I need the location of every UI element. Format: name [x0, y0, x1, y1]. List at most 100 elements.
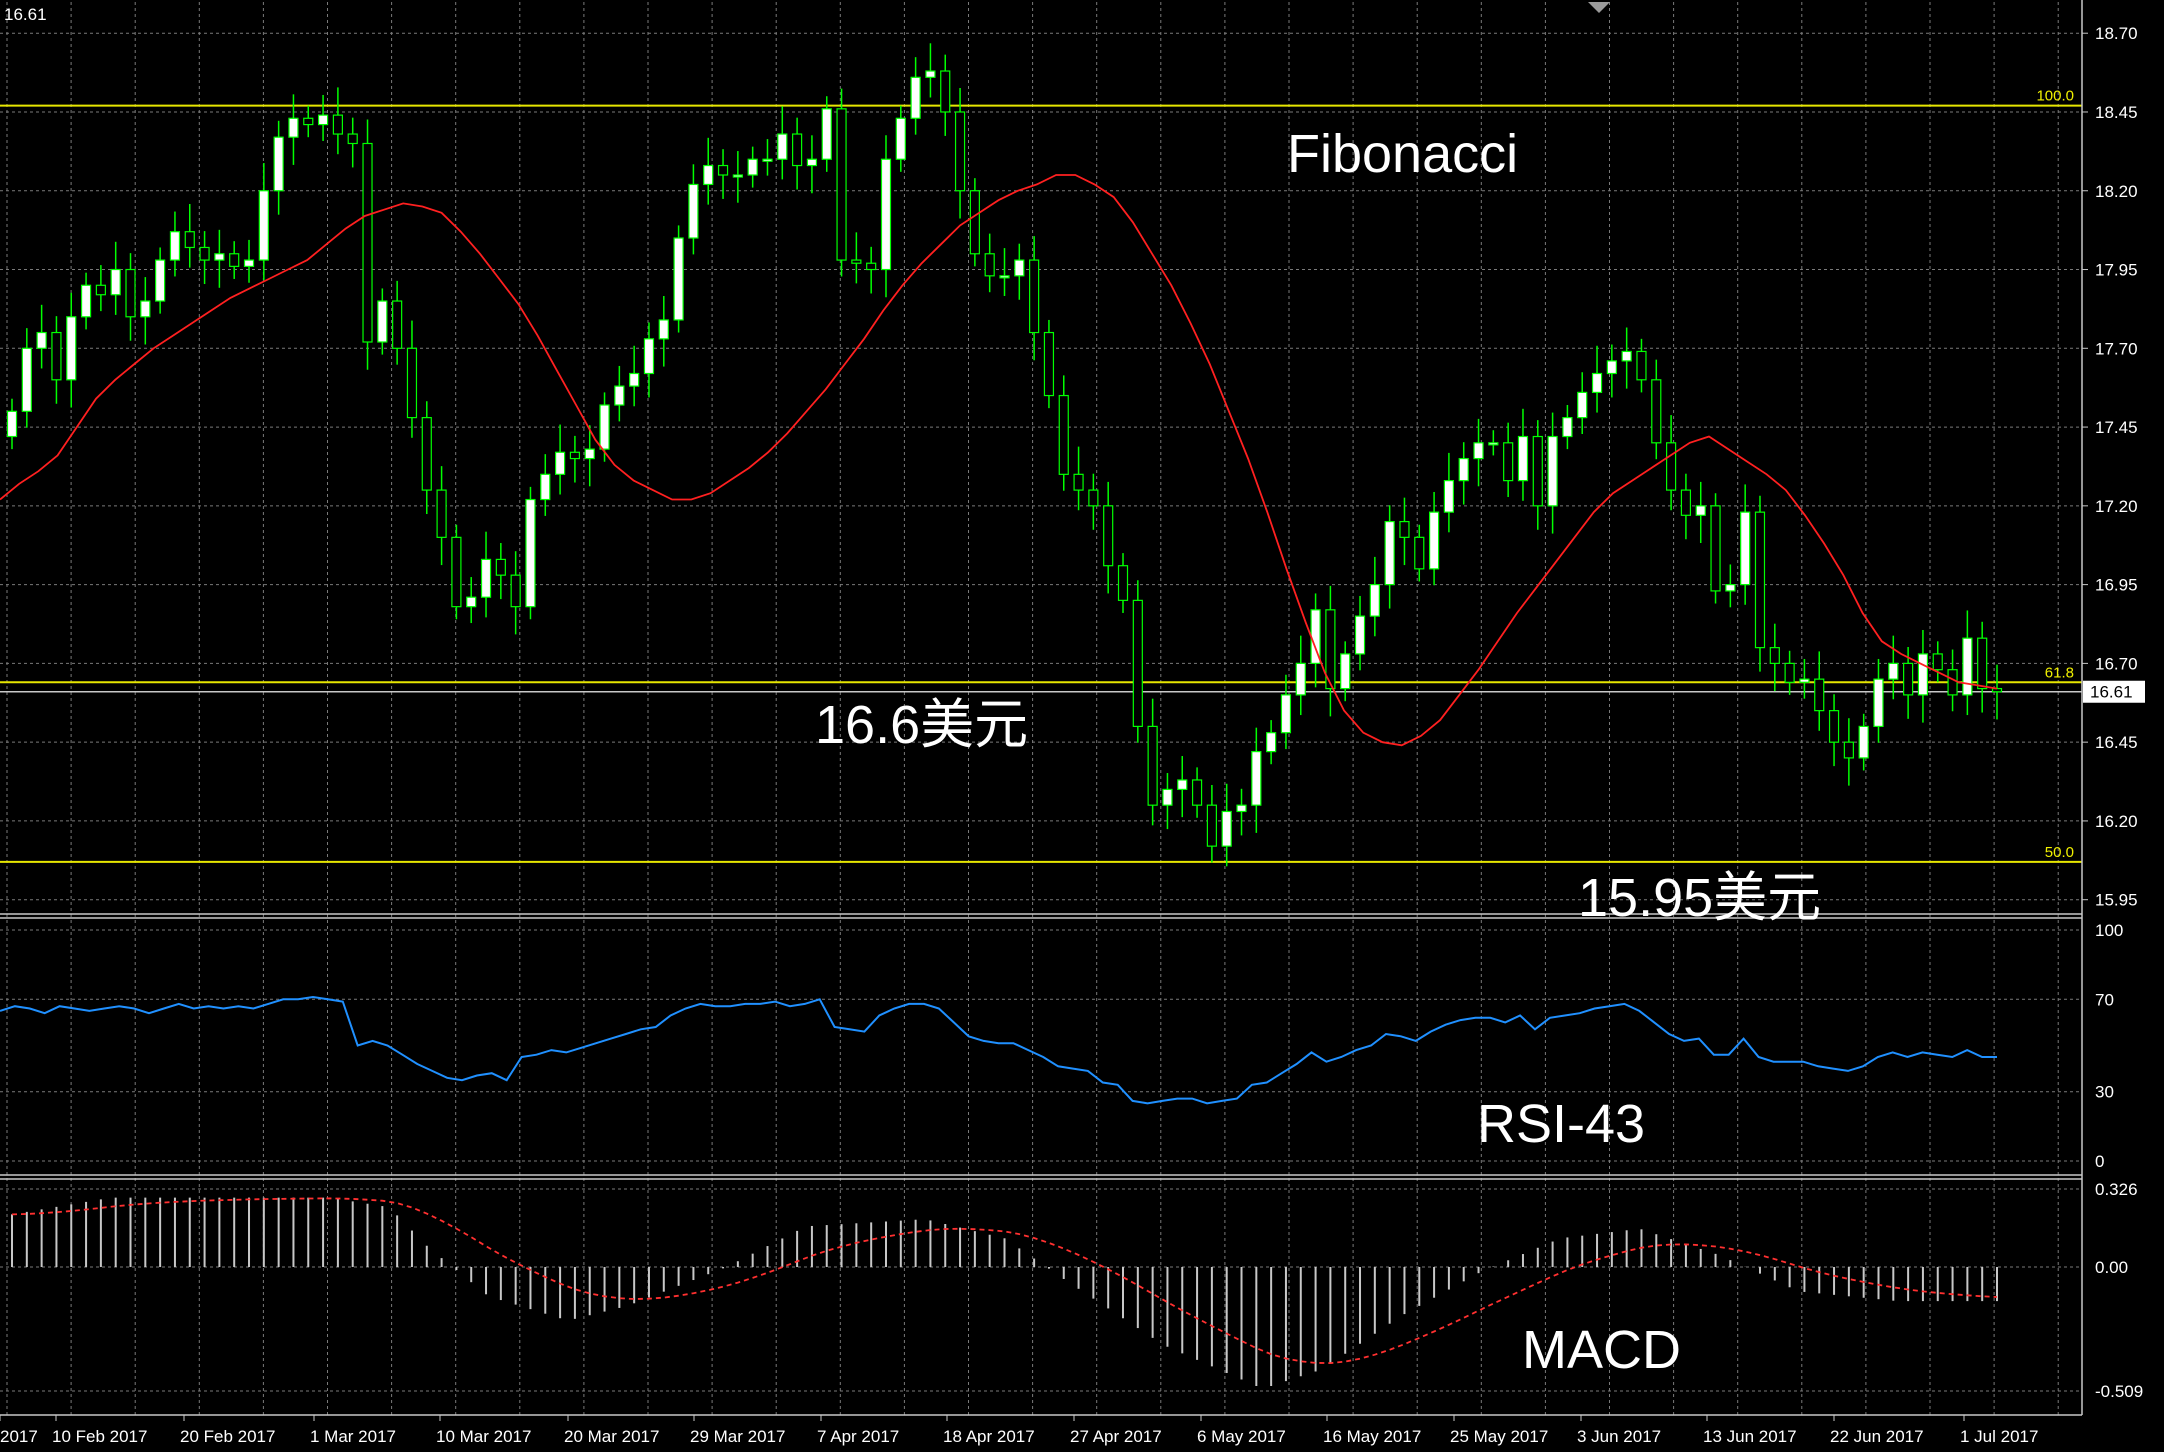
candle-down — [1399, 520, 1410, 538]
candle-up — [1799, 678, 1810, 683]
candle-up — [999, 275, 1010, 279]
candle-up — [658, 319, 669, 340]
candle-down — [1754, 511, 1766, 649]
candle-down — [836, 108, 847, 261]
y-tick-label: 16.70 — [2095, 654, 2138, 673]
candle-up — [1858, 725, 1869, 759]
candle-up — [1606, 360, 1617, 375]
candle-up — [673, 237, 684, 321]
candle-up — [1354, 615, 1366, 655]
candle-up — [1221, 810, 1232, 847]
candle-down — [969, 190, 980, 255]
candle-down — [1680, 489, 1692, 516]
candle-up — [777, 133, 788, 160]
candle-up — [895, 117, 906, 160]
candle-down — [792, 133, 803, 167]
macd-tick-label: 0.00 — [2095, 1258, 2128, 1277]
chart-background — [0, 0, 2164, 1452]
candle-up — [880, 158, 892, 271]
macd-tick-label: -0.509 — [2095, 1382, 2143, 1401]
candle-up — [140, 300, 151, 318]
x-tick-label: 20 Feb 2017 — [180, 1427, 275, 1446]
x-tick-label: 18 Apr 2017 — [943, 1427, 1035, 1446]
y-tick-label: 17.45 — [2095, 418, 2138, 437]
candle-up — [599, 404, 610, 450]
x-tick-label: 29 Mar 2017 — [690, 1427, 785, 1446]
candle-up — [155, 259, 166, 302]
fibonacci-level-label: 100.0 — [2036, 88, 2074, 105]
candle-up — [1443, 480, 1455, 513]
y-tick-label: 17.20 — [2095, 497, 2138, 516]
candle-up — [1517, 435, 1529, 482]
candle-up — [36, 331, 47, 349]
candle-up — [288, 117, 299, 138]
candle-down — [1784, 662, 1795, 683]
candle-down — [51, 331, 62, 381]
candle-up — [1725, 584, 1736, 592]
candle-up — [1428, 511, 1440, 570]
candle-down — [1414, 536, 1425, 570]
x-tick-label: 27 Apr 2017 — [1070, 1427, 1162, 1446]
candle-up — [762, 158, 773, 162]
candle-up — [1488, 442, 1499, 446]
candle-down — [1191, 779, 1203, 806]
candle-up — [1458, 457, 1469, 482]
candle-up — [243, 259, 255, 267]
candle-up — [1384, 520, 1395, 586]
x-tick-label: 16 May 2017 — [1323, 1427, 1421, 1446]
candle-down — [1947, 669, 1958, 696]
candle-up — [806, 158, 818, 167]
candle-up — [317, 114, 329, 126]
candle-down — [984, 253, 995, 277]
macd-tick-label: 0.326 — [2095, 1180, 2138, 1199]
candle-down — [569, 451, 581, 460]
y-tick-label: 18.70 — [2095, 24, 2138, 43]
x-tick-label: 10 Feb 2017 — [52, 1427, 147, 1446]
candle-down — [436, 489, 447, 538]
candle-up — [1873, 678, 1884, 727]
candle-up — [6, 410, 18, 438]
candle-down — [1503, 442, 1514, 482]
candle-up — [1547, 435, 1558, 507]
candle-down — [347, 133, 358, 145]
candle-up — [1236, 804, 1247, 813]
candle-up — [480, 558, 492, 598]
candle-down — [1532, 435, 1543, 507]
candle-down — [406, 347, 418, 419]
candle-up — [643, 338, 655, 375]
current-price-box-label: 16.61 — [2090, 683, 2133, 702]
x-tick-label: 1 Mar 2017 — [310, 1427, 396, 1446]
candle-down — [184, 231, 195, 249]
candle-down — [1147, 725, 1158, 806]
rsi-tick-label: 30 — [2095, 1083, 2114, 1102]
candle-down — [1903, 662, 1914, 696]
candle-down — [392, 300, 403, 349]
x-tick-label: 20 Mar 2017 — [564, 1427, 659, 1446]
candle-up — [1695, 505, 1706, 516]
candle-up — [169, 231, 181, 261]
candle-down — [1977, 637, 1988, 690]
candle-up — [703, 164, 714, 186]
candle-down — [1117, 565, 1129, 601]
candle-down — [1132, 599, 1143, 728]
candle-up — [1962, 637, 1973, 696]
candle-up — [21, 347, 32, 412]
fibonacci-annotation: Fibonacci — [1287, 124, 1518, 184]
candle-up — [1888, 662, 1899, 680]
candle-down — [229, 253, 240, 267]
candle-up — [614, 385, 625, 406]
x-tick-label: 7 Apr 2017 — [817, 1427, 899, 1446]
fibonacci-level-label: 61.8 — [2045, 664, 2074, 681]
candle-up — [1621, 350, 1632, 362]
candle-up — [1917, 653, 1929, 696]
x-tick-label: 2017 — [0, 1427, 38, 1446]
y-tick-label: 16.20 — [2095, 812, 2138, 831]
fibonacci-level-label: 50.0 — [2045, 844, 2074, 861]
candle-up — [584, 448, 595, 460]
current-price-header: 16.61 — [4, 5, 47, 24]
candle-up — [1562, 417, 1573, 438]
candle-down — [866, 262, 877, 271]
candle-up — [1014, 259, 1025, 277]
candle-down — [421, 417, 432, 491]
candle-down — [851, 259, 862, 264]
